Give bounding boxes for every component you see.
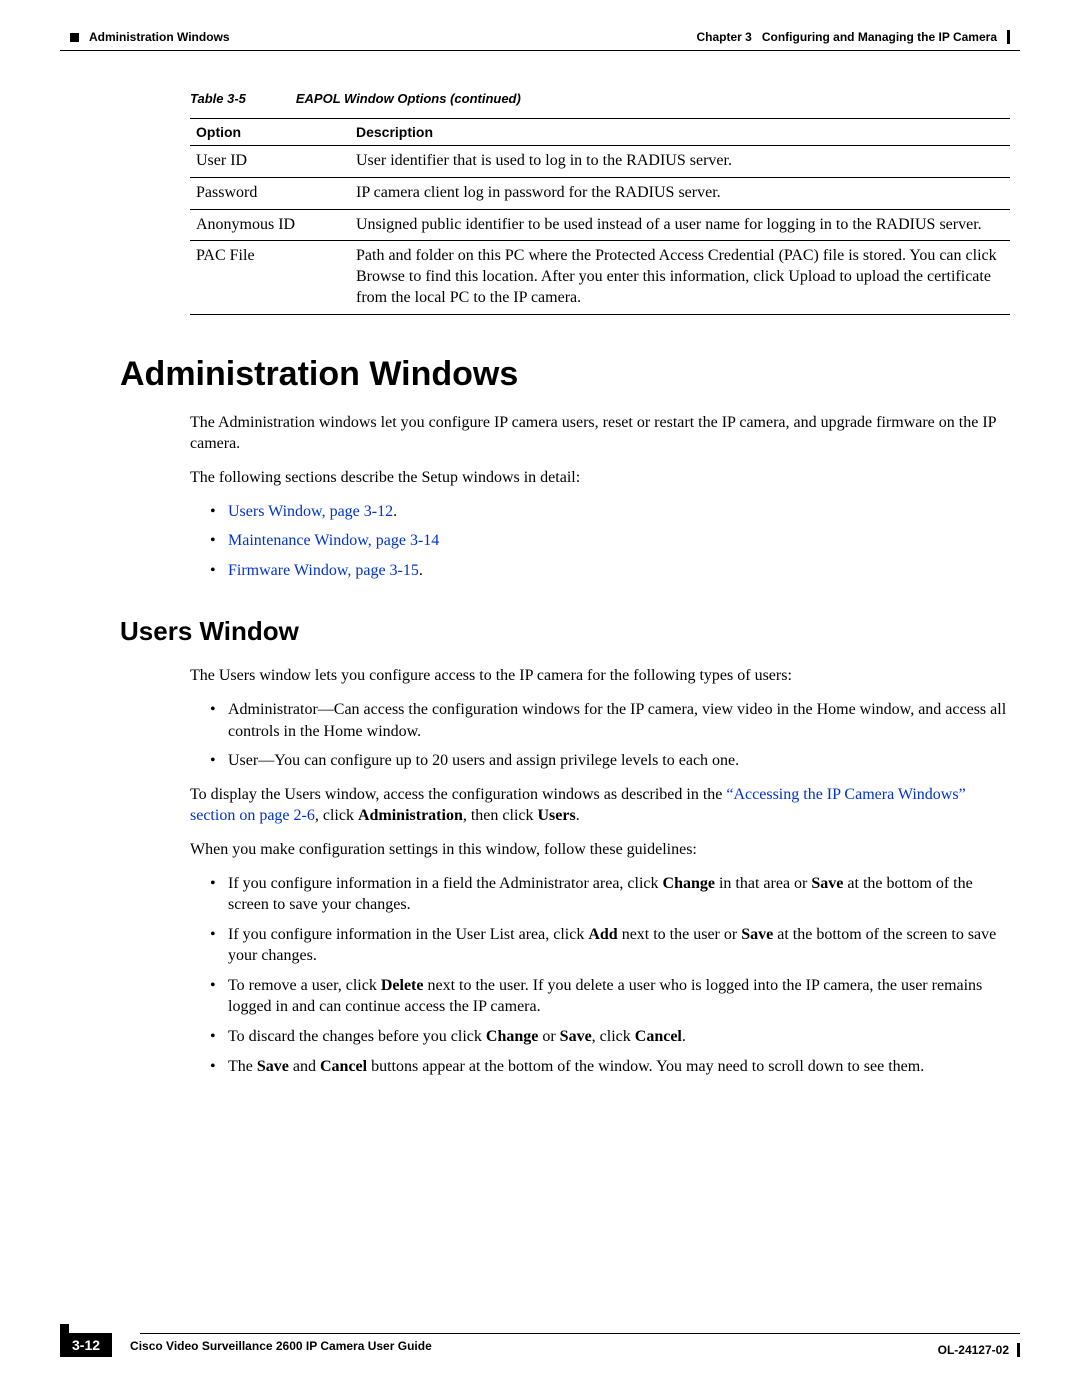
page-header: Administration Windows Chapter 3 Configu… bbox=[60, 30, 1020, 44]
cell-description: Unsigned public identifier to be used in… bbox=[350, 209, 1010, 241]
table-row: PAC File Path and folder on this PC wher… bbox=[190, 241, 1010, 314]
options-table: Option Description User ID User identifi… bbox=[190, 118, 1010, 315]
cell-option: Anonymous ID bbox=[190, 209, 350, 241]
list-item: Administrator—Can access the configurati… bbox=[210, 699, 1010, 742]
table-row: User ID User identifier that is used to … bbox=[190, 146, 1010, 178]
cross-ref-link[interactable]: Firmware Window, page 3-15 bbox=[228, 562, 419, 579]
cell-description: IP camera client log in password for the… bbox=[350, 177, 1010, 209]
header-marker-bar bbox=[1007, 30, 1010, 44]
table-caption-title: EAPOL Window Options (continued) bbox=[296, 91, 521, 106]
footer-guide-title: Cisco Video Surveillance 2600 IP Camera … bbox=[130, 1339, 432, 1357]
footer-doc-id: OL-24127-02 bbox=[938, 1343, 1009, 1357]
cell-description: Path and folder on this PC where the Pro… bbox=[350, 241, 1010, 314]
cell-option: Password bbox=[190, 177, 350, 209]
list-item: User—You can configure up to 20 users an… bbox=[210, 750, 1010, 772]
table-row: Password IP camera client log in passwor… bbox=[190, 177, 1010, 209]
page-number-badge: 3-12 bbox=[60, 1333, 112, 1357]
body-paragraph: When you make configuration settings in … bbox=[190, 839, 1010, 861]
list-item: Users Window, page 3-12. bbox=[210, 501, 1010, 523]
table-header-description: Description bbox=[350, 119, 1010, 146]
body-paragraph: The following sections describe the Setu… bbox=[190, 467, 1010, 489]
table-caption: Table 3-5 EAPOL Window Options (continued… bbox=[190, 91, 1010, 106]
list-item: Firmware Window, page 3-15. bbox=[210, 560, 1010, 582]
list-item: Maintenance Window, page 3-14 bbox=[210, 530, 1010, 552]
page-footer: 3-12 Cisco Video Surveillance 2600 IP Ca… bbox=[60, 1324, 1020, 1357]
cross-ref-link[interactable]: Users Window, page 3-12 bbox=[228, 503, 393, 520]
header-marker-square bbox=[70, 33, 79, 42]
cross-ref-link[interactable]: Maintenance Window, page 3-14 bbox=[228, 532, 439, 549]
header-rule bbox=[60, 50, 1020, 51]
list-item: If you configure information in the User… bbox=[210, 924, 1010, 967]
body-paragraph: The Administration windows let you confi… bbox=[190, 412, 1010, 455]
subsection-heading: Users Window bbox=[120, 616, 1020, 647]
list-item: To remove a user, click Delete next to t… bbox=[210, 975, 1010, 1018]
chapter-title: Configuring and Managing the IP Camera bbox=[762, 30, 997, 44]
cell-description: User identifier that is used to log in t… bbox=[350, 146, 1010, 178]
section-heading: Administration Windows bbox=[120, 355, 1020, 394]
list-item: If you configure information in a field … bbox=[210, 873, 1010, 916]
list-item: To discard the changes before you click … bbox=[210, 1026, 1010, 1048]
body-paragraph: The Users window lets you configure acce… bbox=[190, 665, 1010, 687]
chapter-label: Chapter 3 bbox=[697, 30, 752, 44]
cell-option: PAC File bbox=[190, 241, 350, 314]
footer-marker-square bbox=[60, 1324, 69, 1333]
footer-marker-bar bbox=[1017, 1343, 1020, 1357]
list-item: The Save and Cancel buttons appear at th… bbox=[210, 1056, 1010, 1078]
table-row: Anonymous ID Unsigned public identifier … bbox=[190, 209, 1010, 241]
table-header-option: Option bbox=[190, 119, 350, 146]
body-paragraph: To display the Users window, access the … bbox=[190, 784, 1010, 827]
running-section-name: Administration Windows bbox=[89, 30, 230, 44]
cell-option: User ID bbox=[190, 146, 350, 178]
table-caption-label: Table 3-5 bbox=[190, 91, 246, 106]
